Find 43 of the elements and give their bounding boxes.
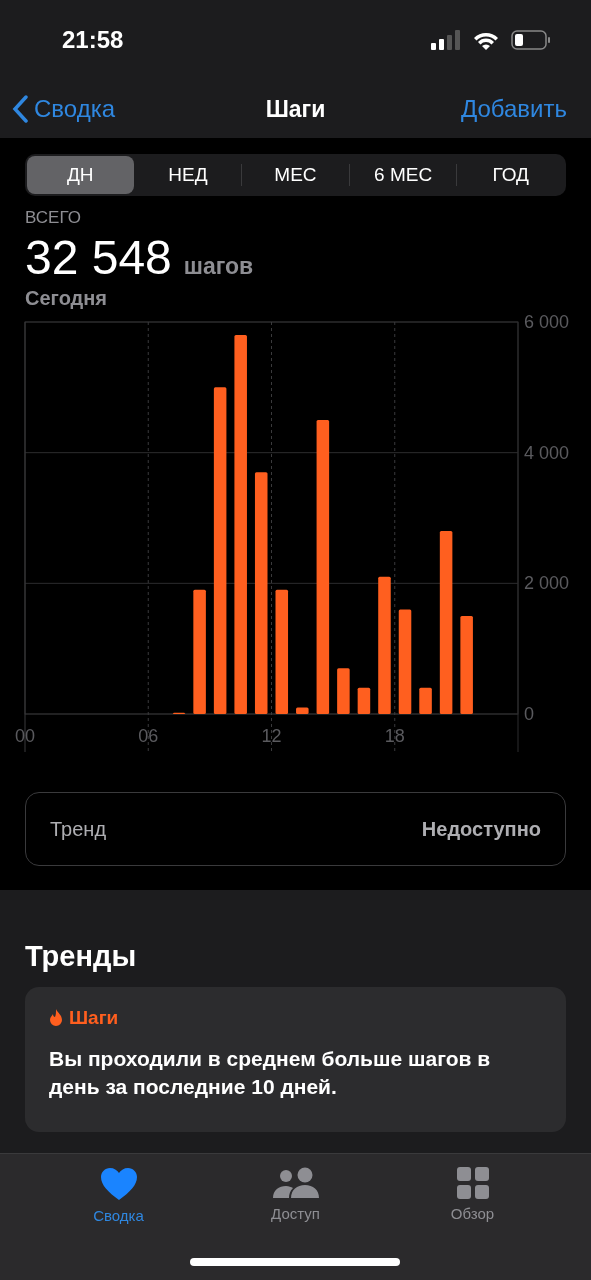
- trend-text: Вы проходили в среднем больше шагов в день за последние 10 дней.: [49, 1046, 492, 1101]
- battery-icon: [511, 30, 551, 50]
- people-icon: [271, 1167, 320, 1199]
- heart-icon: [99, 1167, 138, 1201]
- axis-label: 18: [384, 726, 405, 746]
- axis-label: 12: [261, 726, 282, 746]
- segment-tab[interactable]: ДН: [27, 156, 134, 194]
- axis-label: 0: [524, 704, 534, 724]
- wifi-icon: [473, 30, 499, 50]
- axis-label: 00: [15, 726, 35, 746]
- trend-value: Недоступно: [421, 817, 541, 841]
- tab-bar-item[interactable]: Сводка: [58, 1166, 179, 1236]
- axis-label: 4 000: [524, 442, 570, 463]
- segment-tab[interactable]: МЕС: [242, 156, 349, 194]
- trend-row[interactable]: Тренд Недоступно: [25, 792, 566, 866]
- axis-label: 06: [138, 726, 159, 746]
- category-label: Шаги: [69, 1007, 119, 1029]
- segment-tab[interactable]: ГОД: [457, 156, 564, 194]
- flame-icon: [49, 1009, 63, 1027]
- grid-icon: [456, 1167, 489, 1199]
- chart-bar: [357, 687, 371, 714]
- segment-tab[interactable]: 6 МЕС: [349, 156, 457, 194]
- total-label: ВСЕГО: [25, 208, 82, 228]
- tab-bar-item[interactable]: Доступ: [235, 1166, 356, 1236]
- add-link[interactable]: Добавить: [460, 95, 567, 123]
- trend-card[interactable]: Шаги Вы проходили в среднем больше шагов в день за последние 10 дней.: [25, 987, 566, 1132]
- chart-bar: [337, 668, 350, 714]
- chevron-left-icon: [12, 95, 28, 123]
- signal-icon: [431, 30, 461, 50]
- chart-bar: [419, 687, 432, 714]
- screen-title: Шаги: [265, 95, 326, 123]
- tab-bar-item[interactable]: Обзор: [412, 1166, 533, 1236]
- chart-bar: [296, 707, 309, 714]
- unit-label: шагов: [183, 253, 254, 280]
- trend-label: Тренд: [50, 817, 107, 841]
- date-label: Сегодня: [25, 287, 109, 310]
- segment-tab[interactable]: НЕД: [134, 156, 242, 194]
- back-link[interactable]: Сводка: [12, 95, 115, 123]
- section-title: Тренды: [25, 940, 138, 973]
- total-value: 32 548: [25, 230, 172, 285]
- axis-label: 2 000: [524, 573, 570, 594]
- clock: 21:58: [62, 26, 124, 54]
- axis-label: 6 000: [524, 312, 570, 332]
